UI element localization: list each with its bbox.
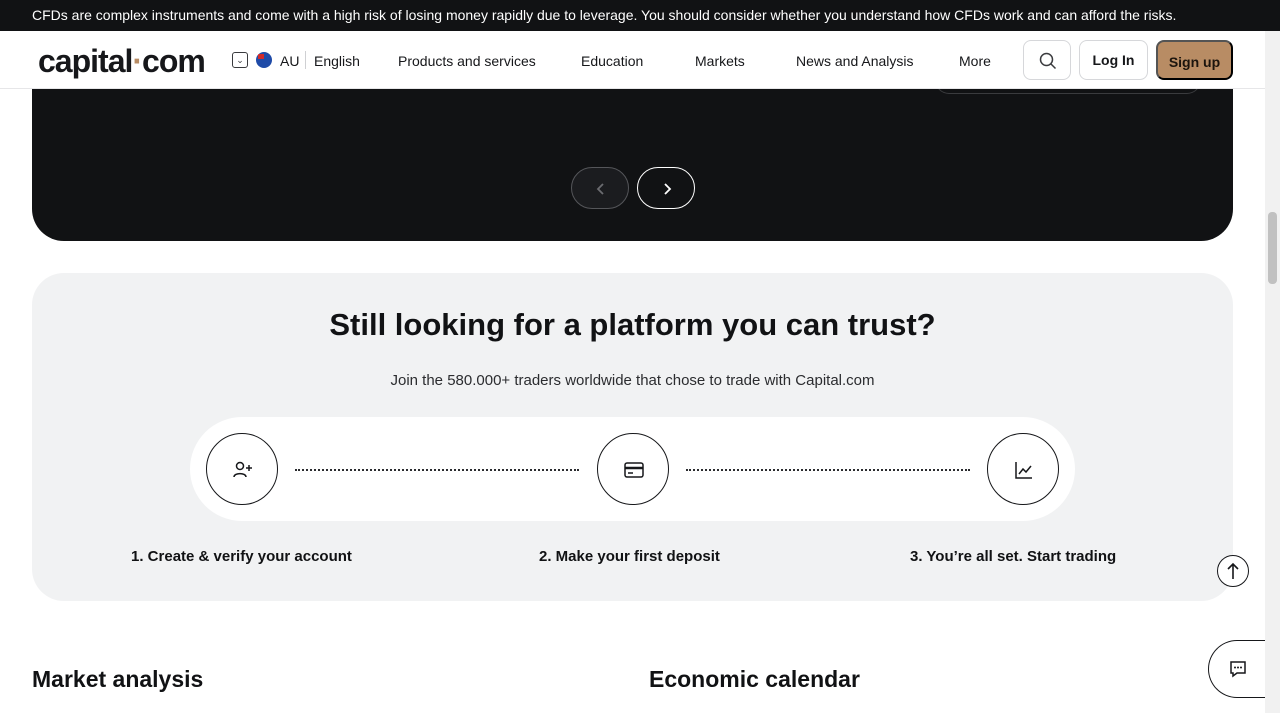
signup-button[interactable]: Sign up [1156, 40, 1233, 80]
chat-icon [1230, 661, 1246, 678]
step-3-circle [987, 433, 1059, 505]
search-icon [1039, 52, 1057, 70]
australia-flag-icon [256, 52, 272, 68]
chat-button[interactable] [1208, 640, 1268, 698]
nav-markets[interactable]: Markets [695, 53, 745, 69]
carousel-next-button[interactable] [637, 167, 695, 209]
step-1-label: 1. Create & verify your account [131, 548, 352, 565]
country-code[interactable]: AU [280, 53, 299, 69]
economic-calendar-heading: Economic calendar [649, 666, 860, 692]
step-1-circle [206, 433, 278, 505]
chevron-left-icon [596, 183, 604, 195]
chevron-down-icon[interactable]: ⌄ [232, 52, 248, 68]
scrollbar-thumb[interactable] [1268, 212, 1277, 284]
steps-track [190, 417, 1075, 521]
nav-products[interactable]: Products and services [398, 53, 536, 69]
trust-section: Still looking for a platform you can tru… [32, 273, 1233, 601]
search-button[interactable] [1023, 40, 1071, 80]
carousel-prev-button[interactable] [571, 167, 629, 209]
header-divider [305, 51, 306, 69]
arrow-up-icon [1227, 562, 1239, 579]
step-2-label: 2. Make your first deposit [539, 548, 720, 565]
nav-education[interactable]: Education [581, 53, 643, 69]
scroll-to-top-button[interactable] [1217, 555, 1249, 587]
step-connector [295, 469, 579, 471]
language-selector[interactable]: English [314, 53, 360, 69]
step-3-label: 3. You’re all set. Start trading [910, 548, 1117, 565]
market-analysis-heading: Market analysis [32, 666, 204, 692]
step-2-circle [597, 433, 669, 505]
site-header: capital·com ⌄ AU English Products and se… [0, 31, 1265, 89]
line-chart-icon [1015, 462, 1032, 479]
add-user-icon [233, 461, 252, 478]
trust-title: Still looking for a platform you can tru… [329, 307, 936, 342]
step-connector [686, 469, 970, 471]
trust-subtitle: Join the 580.000+ traders worldwide that… [390, 372, 875, 389]
nav-more[interactable]: More [959, 53, 991, 69]
capital-logo[interactable]: capital·com [38, 43, 206, 80]
login-button[interactable]: Log In [1079, 40, 1148, 80]
nav-news[interactable]: News and Analysis [796, 53, 914, 69]
chevron-right-icon [664, 183, 672, 195]
credit-card-icon [624, 462, 644, 478]
risk-warning-banner: CFDs are complex instruments and come wi… [0, 0, 1280, 31]
page-scrollbar[interactable] [1265, 31, 1280, 713]
